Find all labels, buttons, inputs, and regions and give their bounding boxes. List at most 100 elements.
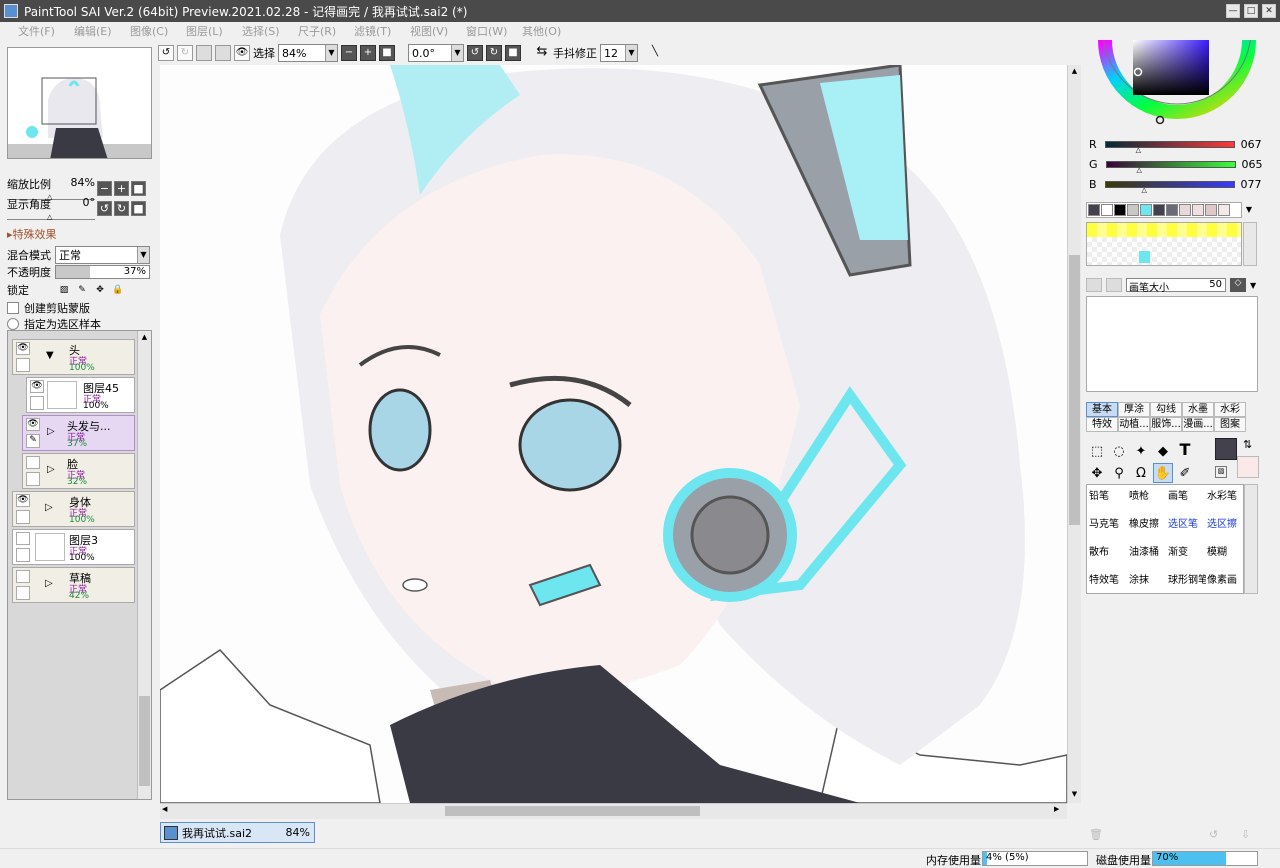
folder-expanded-icon[interactable]: ▼ (46, 350, 54, 361)
primary-color-swatch[interactable] (1215, 438, 1237, 460)
color-wheel[interactable] (1083, 40, 1280, 132)
menu-image[interactable]: 图像(C) (130, 23, 186, 39)
menu-window[interactable]: 窗口(W) (466, 23, 522, 39)
brush-size-slider[interactable]: 画笔大小 50 (1126, 278, 1226, 294)
blue-slider[interactable]: △ (1104, 181, 1235, 194)
pen-lock-icon[interactable]: ✎ (26, 434, 40, 448)
lock-transparency-icon[interactable]: ▨ (56, 283, 72, 297)
layer-item[interactable]: 👁 图层45 正常 100% (26, 377, 135, 413)
selection-source-radio[interactable] (7, 318, 19, 330)
transparent-color-icon[interactable]: ▧ (1215, 466, 1227, 478)
rect-select-icon[interactable]: ⬚ (1087, 441, 1107, 461)
color-history-swatch[interactable] (1101, 204, 1113, 216)
folder-collapsed-icon[interactable]: ▷ (47, 426, 55, 437)
chevron-down-icon[interactable]: ▼ (1241, 202, 1257, 218)
rotate-cw-button[interactable]: ↻ (114, 200, 129, 216)
zoom-icon[interactable]: ⚲ (1109, 463, 1129, 483)
vertical-scroll-thumb[interactable] (1069, 255, 1080, 525)
brush-cell[interactable]: 球形钢笔 (1168, 571, 1206, 593)
zoom-in-button[interactable]: + (360, 45, 376, 61)
menu-layer[interactable]: 图层(L) (186, 23, 242, 39)
close-button[interactable]: ✕ (1262, 4, 1276, 18)
brush-tab[interactable]: 水彩 (1214, 402, 1246, 417)
navigator-preview[interactable] (7, 47, 152, 159)
undo-rotate-icon[interactable]: ↺ (158, 45, 174, 61)
visibility-eye-icon[interactable] (26, 456, 40, 469)
visibility-eye-icon[interactable] (16, 532, 30, 545)
scroll-down-icon[interactable]: ▼ (1069, 790, 1080, 801)
brush-cell[interactable]: 橡皮擦 (1129, 515, 1167, 537)
layer-item[interactable]: 👁 ▼ 头 正常 100% (12, 339, 135, 375)
swap-colors-icon[interactable]: ⇅ (1243, 438, 1252, 451)
rotate-view-icon[interactable]: Ω (1131, 463, 1151, 483)
opacity-slider[interactable]: 37% (55, 265, 150, 279)
eraser-mode-icon[interactable]: ◇ (1230, 278, 1246, 292)
clipping-checkbox[interactable] (7, 302, 19, 314)
lock-paint-icon[interactable]: ✎ (74, 283, 90, 297)
folder-collapsed-icon[interactable]: ▷ (47, 464, 55, 475)
eyedropper-icon[interactable]: ✐ (1175, 463, 1195, 483)
canvas-horizontal-scrollbar[interactable]: ◀ ▶ (160, 803, 1067, 819)
layer-item[interactable]: 👁 ▷ 身体 正常 100% (12, 491, 135, 527)
green-slider[interactable]: △ (1105, 161, 1236, 174)
brush-cell[interactable]: 模糊 (1207, 543, 1243, 565)
menu-view[interactable]: 视图(V) (410, 23, 466, 39)
visibility-eye-icon[interactable]: 👁 (16, 494, 30, 507)
brush-cell[interactable]: 马克笔 (1089, 515, 1127, 537)
brush-tab[interactable]: 漫画... (1182, 417, 1214, 432)
red-slider[interactable]: △ (1104, 141, 1235, 154)
drawing-canvas[interactable] (160, 65, 1067, 803)
swatch-cyan[interactable] (1139, 251, 1150, 263)
menu-edit[interactable]: 编辑(E) (74, 23, 130, 39)
rotate-ccw-button[interactable]: ↺ (97, 200, 112, 216)
layer-select-checkbox[interactable] (16, 358, 30, 372)
layer-select-checkbox[interactable] (16, 548, 30, 562)
visibility-eye-icon[interactable]: 👁 (26, 418, 40, 431)
layer-select-checkbox[interactable] (16, 586, 30, 600)
brush-cell[interactable]: 特效笔 (1089, 571, 1127, 593)
brush-tab[interactable]: 基本 (1086, 402, 1118, 417)
color-history-swatch[interactable] (1088, 204, 1100, 216)
rotate-left-button[interactable]: ↺ (467, 45, 483, 61)
brush-tab[interactable]: 厚涂 (1118, 402, 1150, 417)
menu-filter[interactable]: 滤镜(T) (354, 23, 410, 39)
document-tab[interactable]: 我再试试.sai2 84% (160, 822, 315, 843)
brush-cell[interactable]: 像素画 (1207, 571, 1243, 593)
stabilizer-select[interactable]: 12 ▼ (600, 44, 638, 62)
layer-item[interactable]: ▷ 草稿 正常 42% (12, 567, 135, 603)
color-history-swatch[interactable] (1127, 204, 1139, 216)
secondary-color-swatch[interactable] (1237, 456, 1259, 478)
fill-shape-icon[interactable]: ◆ (1153, 441, 1173, 461)
layer-item-active[interactable]: 👁 ✎ ▷ 头发与... 正常 37% (22, 415, 135, 451)
color-history-swatch[interactable] (1153, 204, 1165, 216)
visibility-eye-icon[interactable]: 👁 (30, 380, 44, 393)
layer-item[interactable]: 图层3 正常 100% (12, 529, 135, 565)
text-tool-icon[interactable]: T (1175, 439, 1195, 459)
brush-cell[interactable]: 喷枪 (1129, 487, 1167, 509)
color-history-swatch[interactable] (1140, 204, 1152, 216)
layer-select-checkbox[interactable] (30, 396, 44, 410)
brush-cell[interactable]: 选区笔 (1168, 515, 1206, 537)
scroll-up-icon[interactable]: ▲ (1069, 67, 1080, 78)
maximize-button[interactable]: □ (1244, 4, 1258, 18)
blend-mode-select[interactable]: 正常 ▼ (55, 246, 150, 264)
lock-move-icon[interactable]: ✥ (92, 283, 108, 297)
visibility-eye-icon[interactable] (16, 570, 30, 583)
move-icon[interactable]: ✥ (1087, 463, 1107, 483)
brush-cell[interactable]: 铅笔 (1089, 487, 1127, 509)
zoom-plus-button[interactable]: + (114, 180, 129, 196)
layer-select-checkbox[interactable] (16, 510, 30, 524)
layer-item[interactable]: ▷ 脸 正常 32% (22, 453, 135, 489)
brush-tab[interactable]: 水墨 (1182, 402, 1214, 417)
visibility-eye-icon[interactable]: 👁 (16, 342, 30, 355)
color-history-swatch[interactable] (1218, 204, 1230, 216)
horizontal-scroll-thumb[interactable] (445, 806, 700, 816)
brush-tab[interactable]: 服饰... (1150, 417, 1182, 432)
scroll-left-icon[interactable]: ◀ (162, 805, 173, 817)
toolbar-blank-button[interactable] (196, 45, 212, 61)
zoom-out-button[interactable]: − (341, 45, 357, 61)
brush-size-preset-icon[interactable] (1086, 278, 1102, 292)
zoom-minus-button[interactable]: − (97, 180, 112, 196)
color-history-bar[interactable] (1086, 202, 1242, 218)
color-history-swatch[interactable] (1114, 204, 1126, 216)
